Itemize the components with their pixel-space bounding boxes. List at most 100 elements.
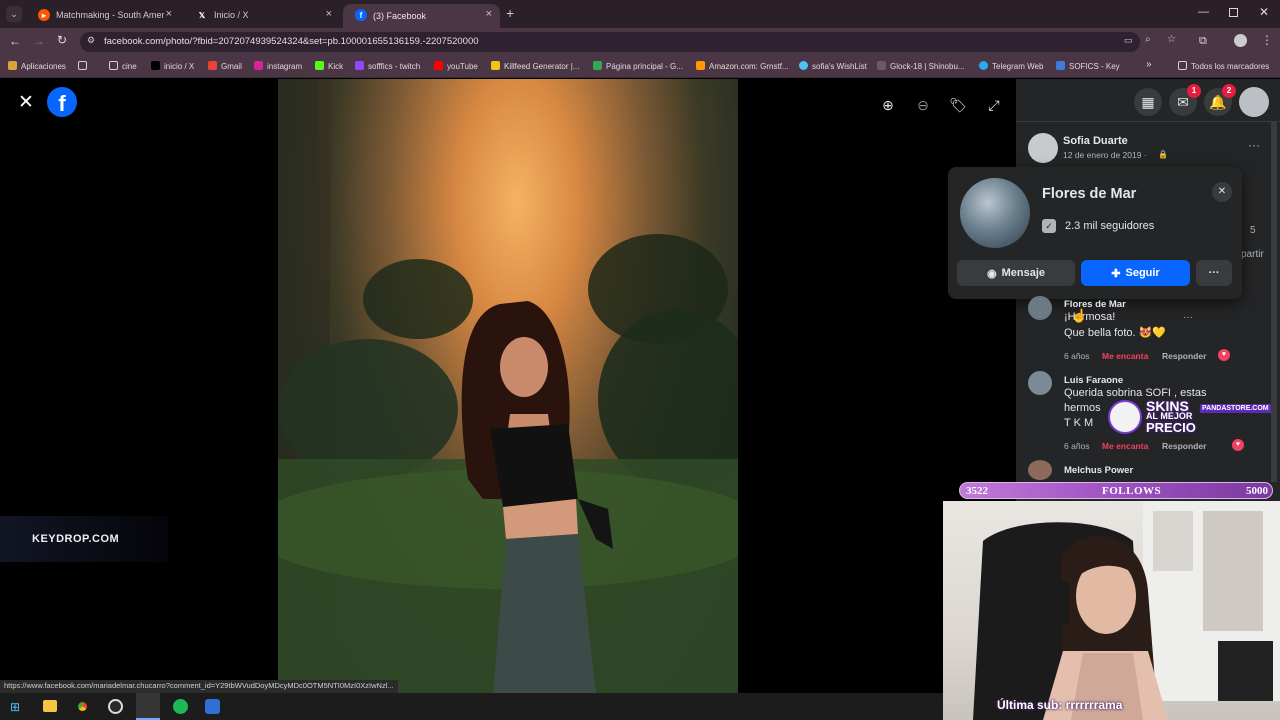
reaction-count: 5 — [1250, 225, 1256, 236]
post-options-icon[interactable]: ··· — [1248, 138, 1260, 152]
minimize-window-icon[interactable]: — — [1198, 6, 1209, 18]
comment-author[interactable]: Melchus Power — [1064, 465, 1133, 476]
fullscreen-icon[interactable]: ⤢ — [980, 91, 1008, 119]
tab-title: Inicio / X — [214, 10, 249, 20]
post-author[interactable]: Sofia Duarte — [1063, 135, 1128, 147]
restore-window-icon[interactable] — [1229, 8, 1238, 17]
follows-goal-bar: 3522 FOLLOWS 5000 — [959, 482, 1273, 499]
zoom-in-icon[interactable]: ⊕ — [874, 91, 902, 119]
messenger-badge: 1 — [1187, 84, 1201, 98]
browser-tab-strip: ⌄ ▸ Matchmaking - South America × 𝕏 Inic… — [0, 0, 1280, 28]
author-avatar[interactable] — [1028, 133, 1058, 163]
love-reaction-link[interactable]: Me encanta — [1102, 351, 1148, 361]
more-options-button[interactable]: ··· — [1196, 260, 1232, 286]
tab-inicio-x[interactable]: 𝕏 Inicio / X × — [184, 4, 340, 26]
youtube-icon — [434, 61, 443, 70]
spotify-icon[interactable] — [173, 699, 188, 714]
folder-icon — [1178, 61, 1187, 70]
follows-goal: 5000 — [1246, 485, 1268, 497]
follow-button[interactable]: ✚ Seguir — [1081, 260, 1190, 286]
install-app-icon[interactable]: ▭ — [1124, 35, 1133, 46]
post-date[interactable]: 12 de enero de 2019 · — [1063, 150, 1147, 160]
app-icon[interactable] — [205, 699, 220, 714]
bookmark-google-drive[interactable]: Página principal - G... — [593, 61, 683, 71]
bookmark-apps[interactable]: Aplicaciones — [8, 61, 66, 71]
x-logo-icon: 𝕏 — [198, 10, 206, 20]
obs-icon[interactable] — [108, 699, 123, 714]
zoom-icon[interactable]: ⌕ — [1145, 34, 1151, 45]
tag-icon[interactable]: 🏷 — [944, 91, 972, 119]
streamer-webcam: Última sub: rrrrrrrama — [943, 501, 1280, 720]
bookmark-sofics-key[interactable]: SOFICS - Key — [1056, 61, 1120, 71]
bookmark-grid[interactable] — [78, 61, 91, 71]
commenter-avatar[interactable] — [1028, 371, 1052, 395]
comment-author[interactable]: Luis Faraone — [1064, 375, 1123, 386]
close-card-icon[interactable]: ✕ — [1212, 182, 1232, 202]
reply-link[interactable]: Responder — [1162, 441, 1206, 451]
close-viewer-icon[interactable]: ✕ — [18, 91, 34, 114]
facebook-logo[interactable]: f — [47, 87, 77, 117]
windows-start-icon[interactable]: ⊞ — [10, 700, 20, 714]
tab-search-button[interactable]: ⌄ — [6, 6, 22, 22]
bookmark-amazon[interactable]: Amazon.com: Grnstf... — [696, 61, 789, 71]
close-tab-icon[interactable]: × — [326, 8, 332, 20]
site-info-icon[interactable]: ⚙ — [87, 35, 95, 46]
wishlist-icon — [799, 61, 808, 70]
back-icon[interactable]: ← — [9, 34, 21, 48]
post-photo[interactable] — [278, 79, 738, 693]
bookmark-killfeed[interactable]: Killfeed Generator |... — [491, 61, 579, 71]
reload-icon[interactable]: ↻ — [57, 33, 67, 47]
chrome-icon[interactable] — [75, 699, 90, 714]
bookmark-glock[interactable]: Glock-18 | Shinobu... — [877, 61, 965, 71]
new-tab-button[interactable]: + — [506, 5, 514, 21]
link-status-bar: https://www.facebook.com/mariadelmar.chu… — [0, 680, 398, 694]
reply-link[interactable]: Responder — [1162, 351, 1206, 361]
comment-age[interactable]: 6 años — [1064, 441, 1090, 451]
comment-age[interactable]: 6 años — [1064, 351, 1090, 361]
drive-icon — [593, 61, 602, 70]
bookmark-youtube[interactable]: youTube — [434, 61, 478, 71]
close-tab-icon[interactable]: × — [166, 8, 172, 20]
comment-options-icon[interactable]: ··· — [1183, 312, 1193, 323]
bookmark-star-icon[interactable]: ☆ — [1167, 34, 1176, 45]
extensions-icon[interactable]: ⧉ — [1199, 35, 1207, 48]
page-avatar[interactable] — [960, 178, 1030, 248]
panda-logo-icon — [1108, 400, 1142, 434]
share-label[interactable]: partir — [1241, 249, 1264, 260]
zoom-out-icon[interactable]: ⊖ — [909, 91, 937, 119]
forward-icon[interactable]: → — [33, 34, 45, 48]
kick-icon — [315, 61, 324, 70]
bookmark-cine[interactable]: cine — [109, 61, 137, 71]
profile-icon[interactable] — [1234, 34, 1247, 47]
close-window-icon[interactable]: ✕ — [1259, 5, 1269, 19]
bookmark-kick[interactable]: Kick — [315, 61, 343, 71]
love-reaction-link[interactable]: Me encanta — [1102, 441, 1148, 451]
tab-facebook[interactable]: f (3) Facebook × — [343, 4, 500, 28]
followers-count: 2.3 mil seguidores — [1065, 220, 1155, 232]
bookmark-instagram[interactable]: instagram — [254, 61, 302, 71]
chrome-menu-icon[interactable]: ⋮ — [1261, 33, 1273, 47]
menu-grid-icon[interactable]: ▦ — [1134, 88, 1162, 116]
bookmark-gmail[interactable]: Gmail — [208, 61, 242, 71]
more-bookmarks-icon[interactable]: » — [1146, 59, 1152, 70]
page-name[interactable]: Flores de Mar — [1042, 186, 1136, 202]
comment-text: Que bella foto. 😻💛 — [1064, 327, 1166, 339]
commenter-avatar[interactable] — [1028, 460, 1052, 480]
mouse-cursor-icon: ☝ — [1071, 308, 1088, 323]
tab-matchmaking[interactable]: ▸ Matchmaking - South America × — [26, 4, 180, 26]
bookmark-wishlist[interactable]: sofia's WishList — [799, 61, 867, 71]
tab-title: Matchmaking - South America — [56, 10, 164, 20]
all-bookmarks[interactable]: Todos los marcadores — [1178, 61, 1269, 71]
commenter-avatar[interactable] — [1028, 296, 1052, 320]
chrome-active-icon[interactable] — [136, 693, 160, 720]
account-avatar[interactable] — [1239, 87, 1269, 117]
bookmark-twitch[interactable]: sofffics - twitch — [355, 61, 420, 71]
file-explorer-icon[interactable] — [43, 700, 57, 712]
message-button[interactable]: ◉ Mensaje — [957, 260, 1075, 286]
bookmark-inicio-x[interactable]: inicio / X — [151, 61, 194, 71]
messenger-icon: ◉ — [986, 267, 997, 280]
bookmark-telegram[interactable]: Telegram Web — [979, 61, 1043, 71]
facebook-icon: f — [355, 9, 367, 21]
close-tab-icon[interactable]: × — [486, 8, 492, 20]
profile-hover-card: Flores de Mar ✕ ✓ 2.3 mil seguidores ◉ Me… — [948, 167, 1242, 299]
